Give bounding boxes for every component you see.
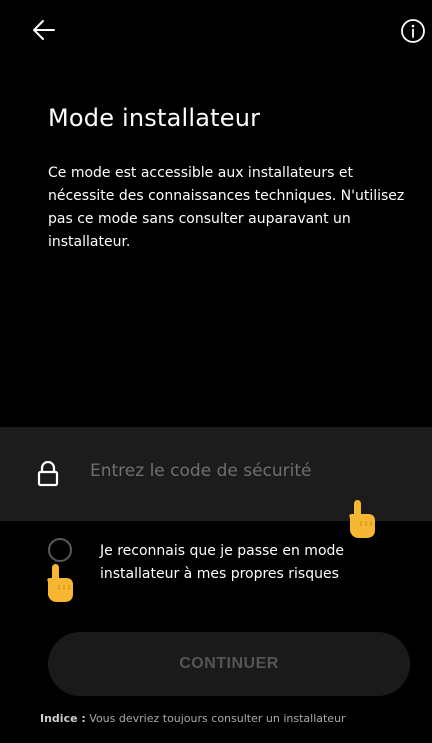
lock-icon <box>37 461 59 487</box>
info-circle-icon[interactable] <box>400 18 426 44</box>
page-description: Ce mode est accessible aux installateurs… <box>48 165 405 250</box>
hint-body: Vous devriez toujours consulter un insta… <box>85 712 346 725</box>
hint-text: Indice : Vous devriez toujours consulter… <box>40 712 346 725</box>
risk-acknowledge-label[interactable]: Je reconnais que je passe en mode instal… <box>100 540 400 586</box>
risk-acknowledge-checkbox[interactable] <box>48 538 72 562</box>
pointing-hand-icon <box>349 500 375 538</box>
page-title: Mode installateur <box>48 104 261 132</box>
hint-label: Indice : <box>40 712 86 725</box>
pointing-hand-icon <box>47 564 73 602</box>
security-code-placeholder: Entrez le code de sécurité <box>90 461 312 481</box>
arrow-left-icon[interactable] <box>28 14 60 46</box>
continue-button[interactable]: CONTINUER <box>48 632 410 696</box>
top-bar <box>0 0 432 64</box>
